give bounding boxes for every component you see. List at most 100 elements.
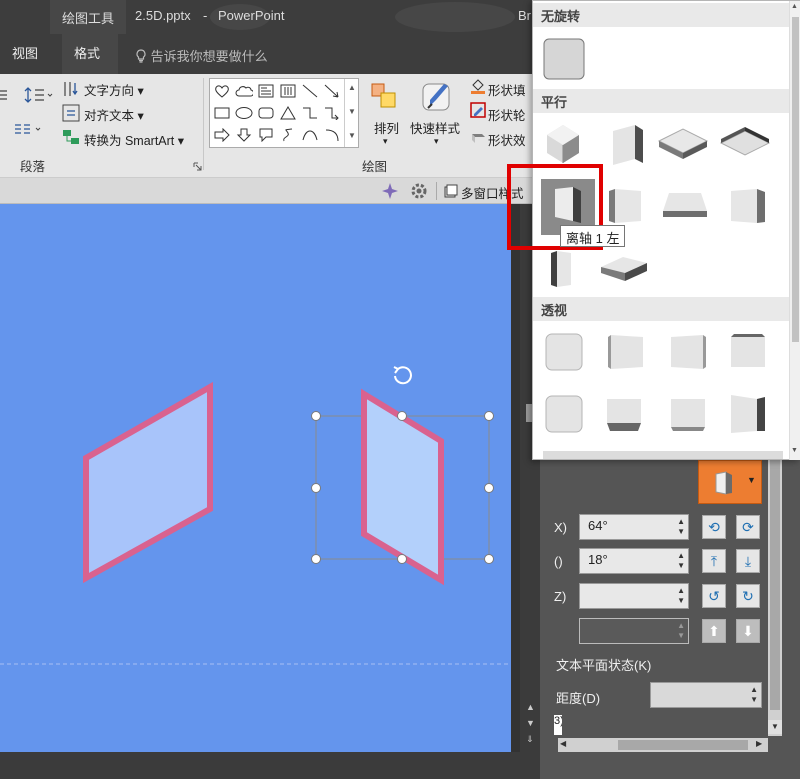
preset-off-axis-2-left[interactable] [727, 185, 769, 230]
elbow-arrow-shape-icon[interactable] [322, 103, 342, 123]
section-no-rotation: 无旋转 [533, 3, 789, 27]
arrow-line-shape-icon[interactable] [322, 81, 342, 101]
distance-input[interactable]: ▲ ▼ [650, 682, 762, 708]
preset-perspective-left[interactable] [605, 331, 647, 376]
chevron-down-icon: ▾ [177, 134, 185, 148]
next-slide-icon[interactable]: ⇓ [526, 734, 534, 745]
preset-no-rotation[interactable] [543, 38, 585, 83]
rotate-clockwise-icon[interactable]: ↻ [736, 584, 760, 608]
quick-styles-button[interactable]: 快速样式 [410, 118, 460, 137]
spinner-arrows-icon[interactable]: ▲ ▼ [677, 551, 685, 571]
scroll-down-icon[interactable]: ▼ [348, 107, 356, 116]
preset-isometric-top-up[interactable] [657, 125, 711, 168]
callout-shape-icon[interactable] [256, 125, 276, 145]
shape-outline-button[interactable]: 形状轮 [488, 105, 526, 124]
oval-shape-icon[interactable] [234, 103, 254, 123]
line-spacing-icon[interactable] [24, 86, 54, 107]
arc-shape-icon[interactable] [322, 125, 342, 145]
slide-canvas[interactable] [0, 204, 511, 752]
preset-off-axis-1-top[interactable] [661, 189, 709, 226]
scroll-down-icon[interactable]: ▼ [526, 718, 535, 728]
convert-smartart-button[interactable]: 转换为 SmartArt ▾ [84, 130, 184, 149]
textbox-shape-icon[interactable] [256, 81, 276, 101]
curve-shape-icon[interactable] [300, 125, 320, 145]
gallery-scroll-thumb[interactable] [792, 17, 799, 342]
bullets-icon[interactable] [0, 88, 10, 105]
perspective-increase-icon[interactable]: ⬆ [702, 619, 726, 643]
preset-perspective-above[interactable] [543, 393, 585, 438]
spinner-arrows-icon[interactable]: ▲ ▼ [677, 586, 685, 606]
scroll-up-icon[interactable]: ▲ [348, 83, 356, 92]
scroll-down-icon[interactable]: ▼ [791, 447, 798, 454]
scroll-down-icon[interactable]: ▼ [768, 720, 782, 734]
gallery-scrollbar[interactable]: ▲ ▼ [789, 1, 800, 460]
section-parallel: 平行 [533, 89, 789, 113]
preset-isometric-left-down[interactable] [543, 121, 587, 170]
chevron-down-icon: ▾ [137, 109, 144, 123]
sparkle-icon[interactable] [381, 182, 399, 203]
preset-perspective-right[interactable] [667, 331, 709, 376]
rectangle-shape-icon[interactable] [212, 103, 232, 123]
pane-scroll-thumb[interactable] [770, 440, 780, 710]
preset-isometric-right-up[interactable] [607, 121, 651, 170]
vertical-textbox-shape-icon[interactable] [278, 81, 298, 101]
z-rotation-input[interactable]: ▲ ▼ [579, 583, 689, 609]
rounded-rectangle-shape-icon[interactable] [256, 103, 276, 123]
perspective-input[interactable]: ▲ ▼ [579, 618, 689, 644]
slide-shapes [0, 366, 511, 665]
heart-shape-icon[interactable] [212, 81, 232, 101]
spinner-arrows-icon[interactable]: ▲ ▼ [677, 621, 685, 641]
rotate-down-icon[interactable]: ⤓ [736, 549, 760, 573]
spinner-arrows-icon[interactable]: ▲ ▼ [677, 517, 685, 537]
columns-icon[interactable] [14, 122, 44, 141]
shape-fill-button[interactable]: 形状填 [488, 80, 526, 99]
preset-off-axis-2-top[interactable] [599, 253, 651, 288]
scroll-left-icon[interactable]: ◀ [560, 739, 566, 748]
preset-perspective-contrasting[interactable] [727, 391, 769, 438]
preset-perspective-front[interactable] [543, 331, 585, 376]
scroll-right-icon[interactable]: ▶ [756, 739, 762, 748]
align-text-button[interactable]: 对齐文本 ▾ [84, 105, 144, 124]
arrange-button[interactable]: 排列 [374, 118, 399, 137]
y-rotation-input[interactable]: 18° ▲ ▼ [579, 548, 689, 574]
tell-me-search[interactable]: 告诉我你想要做什么 [135, 46, 268, 65]
hscroll-thumb[interactable] [618, 740, 748, 750]
shapes-gallery[interactable]: ▲ ▼ ▼ [209, 78, 359, 148]
text-direction-button[interactable]: 文字方向 ▾ [84, 80, 144, 99]
tab-view[interactable]: 视图 [0, 34, 50, 74]
line-shape-icon[interactable] [300, 81, 320, 101]
elbow-connector-shape-icon[interactable] [300, 103, 320, 123]
cloud-shape-icon[interactable] [234, 81, 254, 101]
rotate-up-icon[interactable]: ⤒ [702, 549, 726, 573]
partial-label: 3) [554, 715, 562, 727]
triangle-shape-icon[interactable] [278, 103, 298, 123]
expand-gallery-icon[interactable]: ▼ [348, 131, 356, 140]
rotate-right-icon[interactable]: ⟳ [736, 515, 760, 539]
text-flat-label[interactable]: 文本平面状态(K) [556, 655, 651, 674]
gear-icon[interactable] [410, 182, 428, 203]
right-arrow-shape-icon[interactable] [212, 125, 232, 145]
pane-scrollbar[interactable] [768, 440, 782, 736]
preset-perspective-below[interactable] [727, 331, 769, 376]
preset-off-axis-1-right[interactable] [605, 185, 647, 230]
scroll-up-icon[interactable]: ▲ [791, 3, 798, 10]
spinner-arrows-icon[interactable]: ▲ ▼ [750, 685, 758, 705]
shape-effects-button[interactable]: 形状效 [488, 130, 526, 149]
freeform-shape-icon[interactable] [278, 125, 298, 145]
preset-isometric-top-down[interactable] [719, 125, 773, 168]
tab-format[interactable]: 格式 [62, 34, 118, 74]
dialog-launcher-icon[interactable] [193, 160, 202, 174]
x-rotation-input[interactable]: 64° ▲ ▼ [579, 514, 689, 540]
preset-perspective-relaxed[interactable] [603, 395, 645, 438]
pane-hscrollbar[interactable]: ◀ ▶ [558, 738, 768, 752]
pencil-icon [470, 102, 486, 121]
presets-dropdown[interactable]: ▼ [698, 460, 762, 504]
user-name[interactable]: Br [518, 8, 531, 23]
preset-perspective-heroic[interactable] [667, 395, 709, 438]
down-arrow-shape-icon[interactable] [234, 125, 254, 145]
rotate-counterclockwise-icon[interactable]: ↺ [702, 584, 726, 608]
preset-off-axis-2-right[interactable] [545, 249, 579, 292]
scroll-up-icon[interactable]: ▲ [526, 702, 535, 712]
perspective-decrease-icon[interactable]: ⬇ [736, 619, 760, 643]
rotate-left-icon[interactable]: ⟲ [702, 515, 726, 539]
